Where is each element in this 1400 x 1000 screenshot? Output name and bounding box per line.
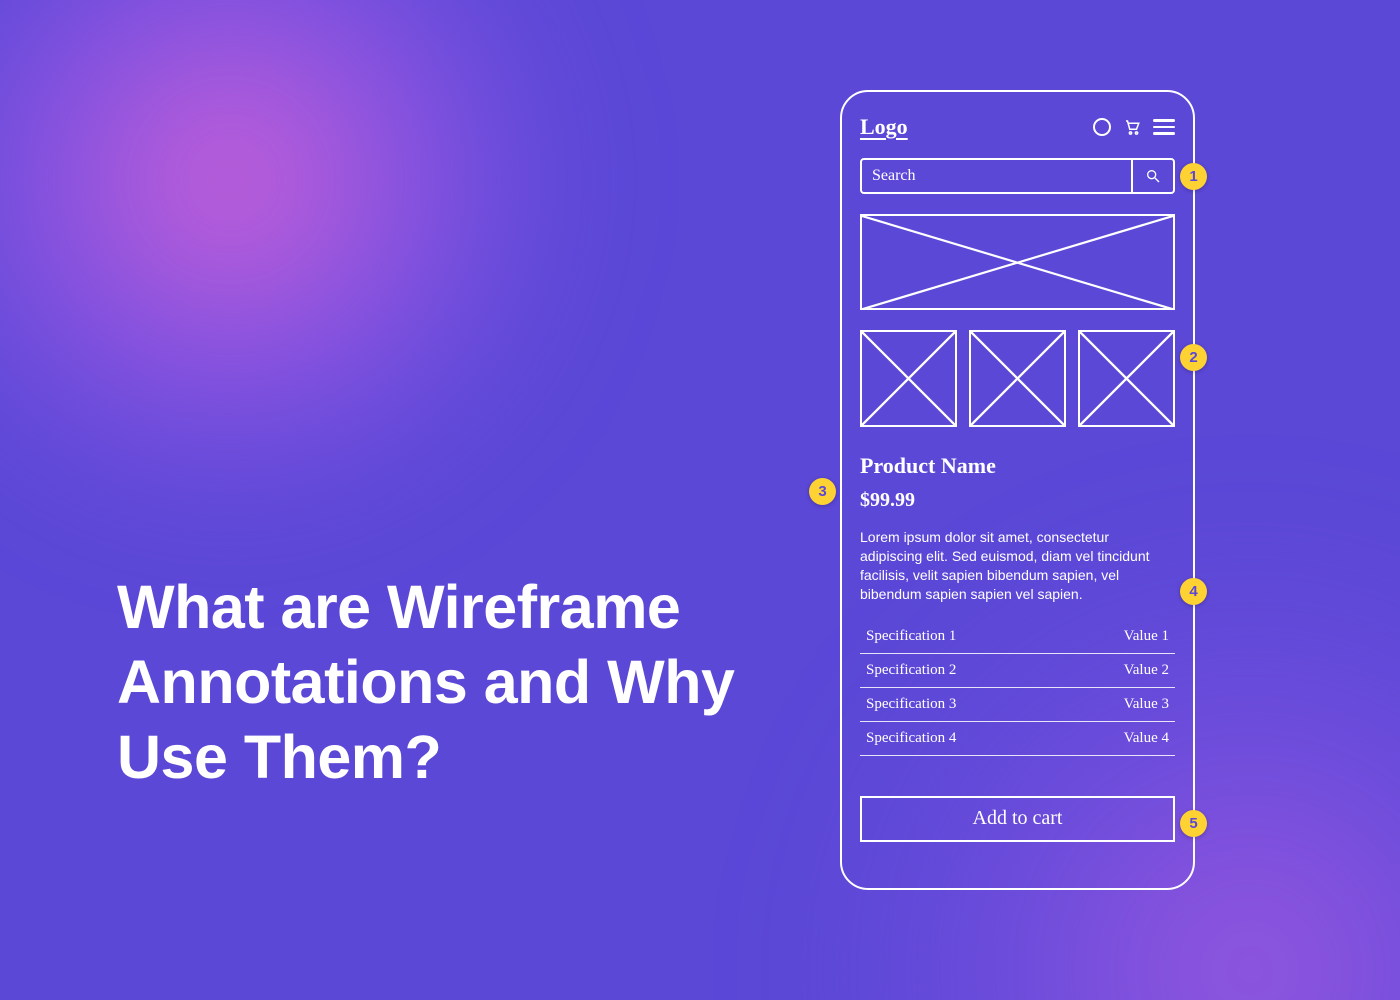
- placeholder-x-icon: [1080, 332, 1173, 425]
- product-name: Product Name: [860, 453, 1175, 479]
- hamburger-menu-icon[interactable]: [1153, 119, 1175, 135]
- hero-image-placeholder: [860, 214, 1175, 310]
- spec-row: Specification 2 Value 2: [860, 654, 1175, 688]
- spec-row: Specification 3 Value 3: [860, 688, 1175, 722]
- thumbnail-3[interactable]: [1078, 330, 1175, 427]
- logo[interactable]: Logo: [860, 114, 908, 140]
- avatar-icon[interactable]: [1093, 118, 1111, 136]
- search-bar: Search: [860, 158, 1175, 194]
- add-to-cart-button[interactable]: Add to cart: [860, 796, 1175, 842]
- cart-icon[interactable]: [1123, 118, 1141, 136]
- spec-label: Specification 4: [866, 730, 956, 747]
- placeholder-x-icon: [862, 332, 955, 425]
- wireframe-topbar: Logo: [860, 114, 1175, 140]
- annotation-marker-3: 3: [809, 478, 836, 505]
- thumbnail-1[interactable]: [860, 330, 957, 427]
- product-description: Lorem ipsum dolor sit amet, consectetur …: [860, 528, 1175, 604]
- placeholder-x-icon: [971, 332, 1064, 425]
- thumbnail-2[interactable]: [969, 330, 1066, 427]
- spec-row: Specification 1 Value 1: [860, 620, 1175, 654]
- search-input[interactable]: Search: [862, 160, 1131, 192]
- spec-value: Value 1: [1124, 628, 1169, 645]
- spec-label: Specification 2: [866, 662, 956, 679]
- spec-value: Value 4: [1124, 730, 1169, 747]
- annotation-marker-1: 1: [1180, 163, 1207, 190]
- spec-value: Value 3: [1124, 696, 1169, 713]
- thumbnail-row: [860, 330, 1175, 427]
- placeholder-x-icon: [862, 216, 1173, 309]
- search-button[interactable]: [1131, 160, 1173, 192]
- spec-value: Value 2: [1124, 662, 1169, 679]
- spec-table: Specification 1 Value 1 Specification 2 …: [860, 620, 1175, 756]
- spec-row: Specification 4 Value 4: [860, 722, 1175, 756]
- product-price: $99.99: [860, 489, 1175, 512]
- annotation-marker-5: 5: [1180, 810, 1207, 837]
- search-icon: [1145, 168, 1161, 184]
- wireframe-phone-frame: Logo Search: [840, 90, 1195, 890]
- topbar-icons: [1093, 118, 1175, 136]
- annotation-marker-4: 4: [1180, 578, 1207, 605]
- spec-label: Specification 1: [866, 628, 956, 645]
- gradient-glow-top-left: [0, 0, 580, 530]
- spec-label: Specification 3: [866, 696, 956, 713]
- annotation-marker-2: 2: [1180, 344, 1207, 371]
- page-title: What are Wireframe Annotations and Why U…: [117, 570, 797, 795]
